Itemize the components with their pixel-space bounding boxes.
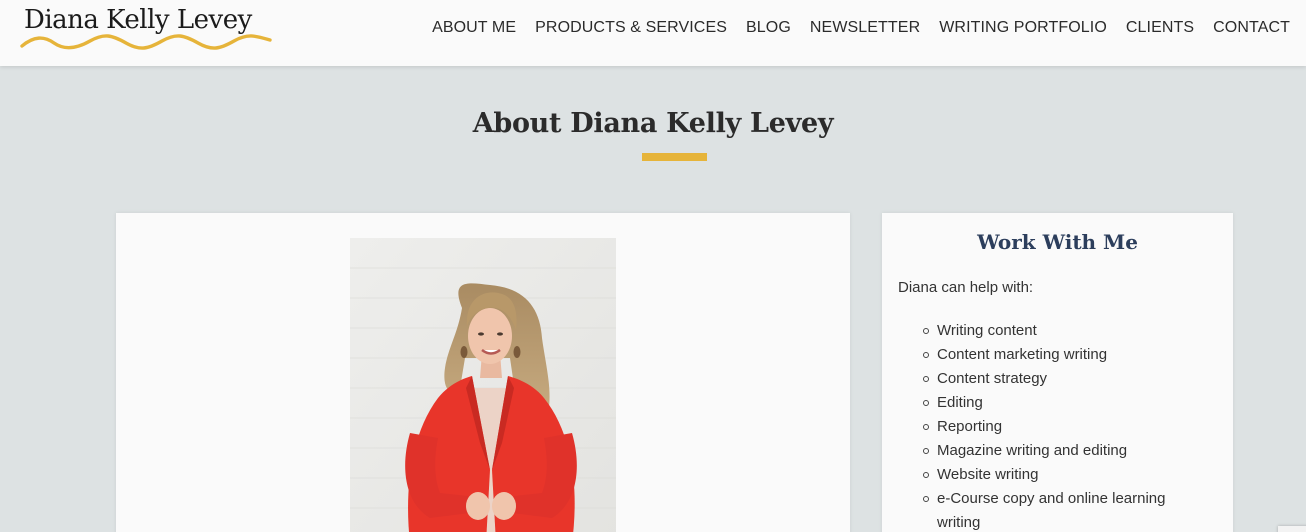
work-with-me-card: Work With Me Diana can help with: Writin… — [882, 213, 1233, 532]
nav-about-me[interactable]: ABOUT ME — [432, 18, 516, 38]
site-logo[interactable]: Diana Kelly Levey — [20, 4, 280, 54]
portrait-illustration — [350, 238, 616, 532]
logo-text: Diana Kelly Levey — [24, 5, 252, 35]
nav-blog[interactable]: BLOG — [746, 18, 791, 38]
work-with-me-title: Work With Me — [977, 230, 1138, 254]
logo-squiggle — [20, 34, 272, 50]
nav-contact[interactable]: CONTACT — [1213, 18, 1290, 38]
list-item: Content marketing writing — [923, 343, 1207, 367]
list-item: Reporting — [923, 415, 1207, 439]
list-item: Magazine writing and editing — [923, 439, 1207, 463]
nav-writing-portfolio[interactable]: WRITING PORTFOLIO — [939, 18, 1107, 38]
work-with-me-intro: Diana can help with: — [898, 279, 1034, 296]
list-item: Content strategy — [923, 367, 1207, 391]
main-nav: ABOUT ME PRODUCTS & SERVICES BLOG NEWSLE… — [432, 18, 1290, 38]
list-item: Writing content — [923, 319, 1207, 343]
title-underline — [642, 153, 707, 161]
page-title: About Diana Kelly Levey — [472, 108, 834, 139]
nav-products-services[interactable]: PRODUCTS & SERVICES — [535, 18, 727, 38]
list-item: e-Course copy and online learning writin… — [923, 487, 1207, 532]
site-header: Diana Kelly Levey ABOUT ME PRODUCTS & SE… — [0, 0, 1306, 66]
nav-newsletter[interactable]: NEWSLETTER — [810, 18, 920, 38]
portrait-photo — [350, 238, 616, 532]
nav-clients[interactable]: CLIENTS — [1126, 18, 1194, 38]
recaptcha-badge[interactable] — [1278, 526, 1306, 532]
about-content-card — [116, 213, 850, 532]
list-item: Editing — [923, 391, 1207, 415]
services-list: Writing content Content marketing writin… — [923, 319, 1207, 532]
list-item: Website writing — [923, 463, 1207, 487]
